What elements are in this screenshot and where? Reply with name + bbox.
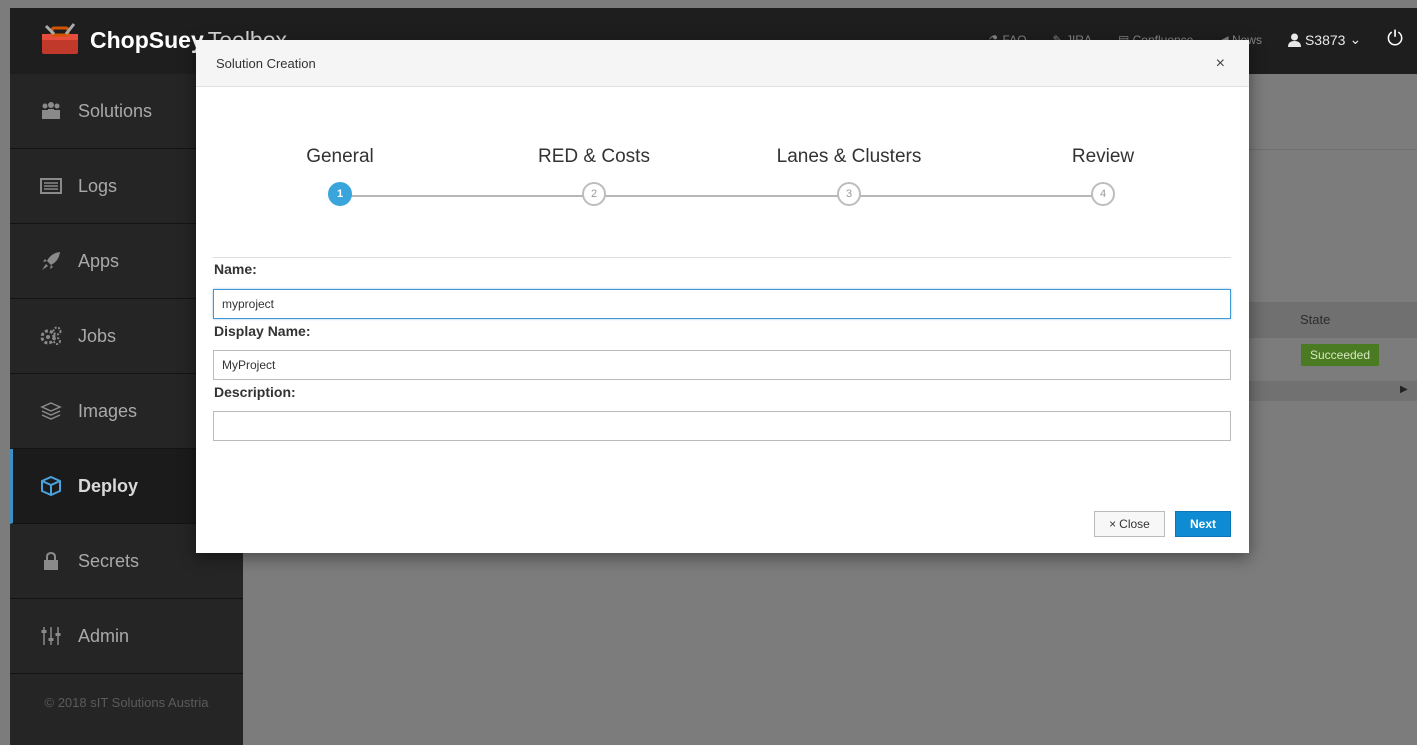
wizard-step-lanes-clusters[interactable]: Lanes & Clusters 3 [749, 146, 949, 206]
description-label: Description: [214, 384, 296, 400]
power-icon[interactable]: ⏻ [1387, 28, 1403, 51]
username: S3873 [1304, 31, 1346, 48]
step-label: RED & Costs [538, 146, 650, 167]
caret-right-icon: ▶ [1400, 384, 1408, 395]
modal-header: Solution Creation × [196, 40, 1249, 87]
display-name-input[interactable] [213, 350, 1231, 380]
step-label: General [306, 146, 374, 167]
wizard-step-red-costs[interactable]: RED & Costs 2 [494, 146, 694, 206]
step-number: 2 [582, 182, 606, 206]
name-input[interactable] [213, 289, 1231, 319]
rocket-icon [38, 251, 64, 271]
close-button-label: Close [1119, 517, 1150, 531]
sidebar-item-label: Deploy [78, 475, 139, 496]
wizard-steps: General 1 RED & Costs 2 Lanes & Clusters… [196, 86, 1249, 256]
status-badge: Succeeded [1301, 344, 1379, 366]
description-input[interactable] [213, 411, 1231, 441]
wizard-step-general[interactable]: General 1 [240, 146, 440, 206]
brand-name: ChopSuey [90, 26, 204, 53]
state-column-header: State [1300, 312, 1331, 327]
sidebar-item-label: Logs [78, 175, 118, 196]
display-name-label: Display Name: [214, 323, 311, 339]
next-button[interactable]: Next [1175, 511, 1231, 537]
list-icon [38, 176, 64, 196]
form-divider [213, 257, 1231, 258]
step-number: 4 [1091, 182, 1115, 206]
wizard-step-review[interactable]: Review 4 [1003, 146, 1203, 206]
step-number: 3 [837, 182, 861, 206]
sidebar-item-label: Images [78, 400, 138, 421]
lock-icon [38, 551, 64, 571]
sidebar-item-label: Jobs [78, 325, 117, 346]
sidebar-item-label: Admin [78, 625, 130, 646]
chevron-down-icon: ⌄ [1349, 31, 1362, 47]
sidebar-item-label: Apps [78, 250, 120, 271]
background-divider [1249, 149, 1417, 150]
step-number: 1 [328, 182, 352, 206]
sidebar-item-label: Solutions [78, 100, 153, 121]
sidebar-item-label: Secrets [78, 550, 140, 571]
close-icon: × [1109, 517, 1117, 531]
close-icon[interactable]: × [1216, 55, 1225, 73]
copyright-text: © 2018 sIT Solutions Austria [44, 695, 209, 710]
table-scrollbar [1249, 381, 1417, 401]
name-label: Name: [214, 261, 257, 277]
gears-icon [38, 326, 64, 346]
users-icon [38, 101, 64, 121]
cube-icon [38, 476, 64, 496]
wizard-progress-line [340, 195, 1103, 197]
step-label: Review [1071, 146, 1135, 167]
close-button[interactable]: × Close [1094, 511, 1165, 537]
sliders-icon [38, 626, 64, 646]
solution-creation-modal: Solution Creation × General 1 RED & Cost… [196, 40, 1249, 553]
sidebar-item-admin[interactable]: Admin [10, 599, 243, 674]
user-icon [1287, 33, 1301, 47]
modal-title: Solution Creation [216, 56, 316, 71]
step-label: Lanes & Clusters [776, 146, 922, 167]
user-menu[interactable]: S3873 ⌄ [1287, 31, 1362, 48]
table-header [1249, 302, 1417, 338]
toolbox-logo-icon [42, 23, 78, 54]
layers-icon [38, 401, 64, 421]
